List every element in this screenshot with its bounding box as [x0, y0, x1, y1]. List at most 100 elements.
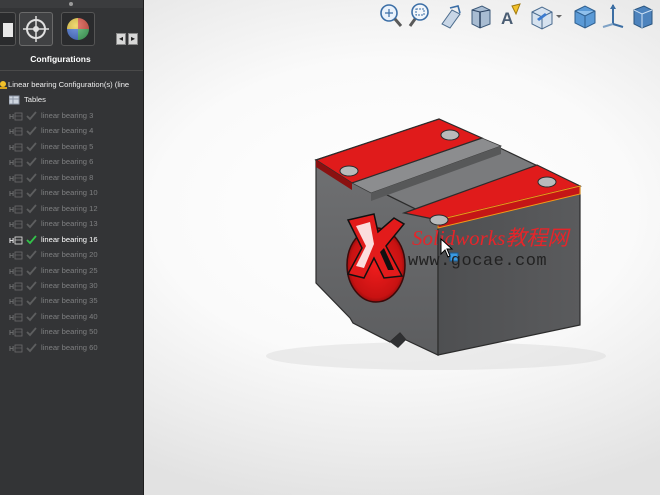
mounting-hole-1	[339, 165, 359, 177]
configuration-item[interactable]: Hlinear bearing 50	[0, 325, 143, 339]
tables-label: Tables	[24, 95, 46, 104]
mounting-hole-2	[440, 129, 460, 141]
tree-root-configurations[interactable]: Linear bearing Configuration(s) (line	[0, 78, 143, 92]
configuration-label: linear bearing 4	[41, 126, 94, 136]
configuration-label: linear bearing 40	[41, 311, 98, 321]
display-manager-tab[interactable]	[61, 12, 95, 46]
configuration-label: linear bearing 5	[41, 141, 94, 151]
design-table-icon: H	[9, 189, 23, 198]
configuration-item[interactable]: Hlinear bearing 40	[0, 310, 143, 324]
design-table-icon: H	[9, 205, 23, 214]
watermark-logo	[346, 213, 406, 279]
featuremanager-tab[interactable]	[0, 12, 16, 46]
inactive-check-icon	[26, 250, 37, 260]
inactive-check-icon	[26, 312, 37, 322]
design-table-icon: H	[9, 220, 23, 229]
design-table-icon: H	[9, 328, 23, 337]
inactive-check-icon	[26, 343, 37, 353]
configuration-item[interactable]: Hlinear bearing 6	[0, 155, 143, 169]
inactive-check-icon	[26, 265, 37, 275]
inactive-check-icon	[26, 204, 37, 214]
configuration-label: linear bearing 35	[41, 296, 98, 306]
watermark: Solidworks教程网 www.gocae.com	[344, 212, 614, 282]
configuration-label: linear bearing 25	[41, 265, 98, 275]
configuration-label: linear bearing 60	[41, 342, 98, 352]
design-table-icon: H	[9, 267, 23, 276]
configuration-label: linear bearing 13	[41, 219, 98, 229]
inactive-check-icon	[26, 126, 37, 136]
display-manager-icon	[67, 18, 89, 40]
configuration-label: linear bearing 30	[41, 280, 98, 290]
configuration-label: linear bearing 8	[41, 172, 94, 182]
dimxpert-icon	[23, 16, 49, 42]
mouse-pointer-icon	[440, 238, 454, 258]
configuration-item[interactable]: Hlinear bearing 8	[0, 171, 143, 185]
tab-scroll-left-button[interactable]: ◂	[116, 33, 126, 45]
svg-text:H: H	[9, 284, 14, 291]
graphics-area[interactable]: A Solidworks教程网 www.gocae.com	[144, 0, 660, 495]
panel-divider	[0, 70, 143, 71]
svg-text:H: H	[9, 299, 14, 306]
design-table-icon: H	[9, 128, 23, 136]
svg-text:H: H	[9, 114, 14, 121]
mounting-hole-3	[537, 176, 557, 188]
svg-text:H: H	[9, 315, 14, 322]
svg-text:H: H	[9, 129, 14, 136]
watermark-url: www.gocae.com	[408, 252, 548, 271]
active-check-icon	[26, 235, 37, 244]
configuration-item[interactable]: Hlinear bearing 60	[0, 341, 143, 355]
configuration-label: linear bearing 6	[41, 157, 94, 167]
design-table-icon: H	[9, 143, 23, 152]
svg-text:H: H	[9, 145, 14, 152]
design-table-icon: H	[9, 251, 23, 260]
tree-item-tables[interactable]: Tables	[0, 93, 143, 107]
svg-text:H: H	[9, 238, 14, 245]
configuration-label: linear bearing 50	[41, 327, 98, 337]
tree-root-label: Linear bearing Configuration(s) (line	[8, 80, 130, 89]
configuration-item[interactable]: Hlinear bearing 3	[0, 109, 143, 123]
configuration-item[interactable]: Hlinear bearing 35	[0, 294, 143, 308]
design-table-icon: H	[9, 112, 23, 121]
svg-text:H: H	[9, 269, 14, 276]
configuration-label: linear bearing 20	[41, 250, 98, 260]
svg-text:H: H	[9, 330, 14, 337]
configuration-item[interactable]: Hlinear bearing 13	[0, 217, 143, 231]
inactive-check-icon	[26, 219, 37, 229]
dimxpert-tab[interactable]	[19, 12, 53, 46]
design-table-icon: H	[9, 313, 23, 322]
design-table-icon: H	[9, 236, 23, 245]
configuration-label: linear bearing 12	[41, 203, 98, 213]
configuration-item[interactable]: Hlinear bearing 25	[0, 264, 143, 278]
configuration-item[interactable]: Hlinear bearing 20	[0, 248, 143, 262]
svg-text:H: H	[9, 346, 14, 353]
configuration-manager-panel: ◂ ▸ Configurations Linear bearing Config…	[0, 0, 144, 495]
configuration-label: linear bearing 16	[41, 234, 98, 244]
inactive-check-icon	[26, 296, 37, 306]
design-table-icon: H	[9, 174, 23, 183]
tables-folder-icon	[9, 95, 20, 105]
design-table-icon: H	[9, 344, 23, 353]
panel-title: Configurations	[30, 54, 91, 64]
watermark-title: Solidworks教程网	[412, 226, 569, 250]
configuration-item[interactable]: Hlinear bearing 5	[0, 140, 143, 154]
configuration-item[interactable]: Hlinear bearing 30	[0, 279, 143, 293]
configuration-item[interactable]: Hlinear bearing 4	[0, 124, 143, 138]
tab-scroll-right-button[interactable]: ▸	[128, 33, 138, 45]
svg-text:H: H	[9, 253, 14, 260]
configuration-item[interactable]: Hlinear bearing 12	[0, 202, 143, 216]
design-table-icon: H	[9, 297, 23, 306]
grip-dot	[69, 2, 73, 6]
configuration-label: linear bearing 3	[41, 111, 94, 120]
inactive-check-icon	[26, 327, 37, 337]
design-table-icon: H	[9, 158, 23, 167]
svg-text:H: H	[9, 207, 14, 214]
svg-text:H: H	[9, 160, 14, 167]
configuration-item[interactable]: Hlinear bearing 16	[0, 233, 143, 247]
panel-grip[interactable]	[0, 0, 143, 8]
design-table-icon: H	[9, 282, 23, 291]
featuremanager-icon	[3, 23, 13, 37]
inactive-check-icon	[26, 111, 37, 121]
svg-text:H: H	[9, 176, 14, 183]
configuration-item[interactable]: Hlinear bearing 10	[0, 186, 143, 200]
inactive-check-icon	[26, 157, 37, 167]
